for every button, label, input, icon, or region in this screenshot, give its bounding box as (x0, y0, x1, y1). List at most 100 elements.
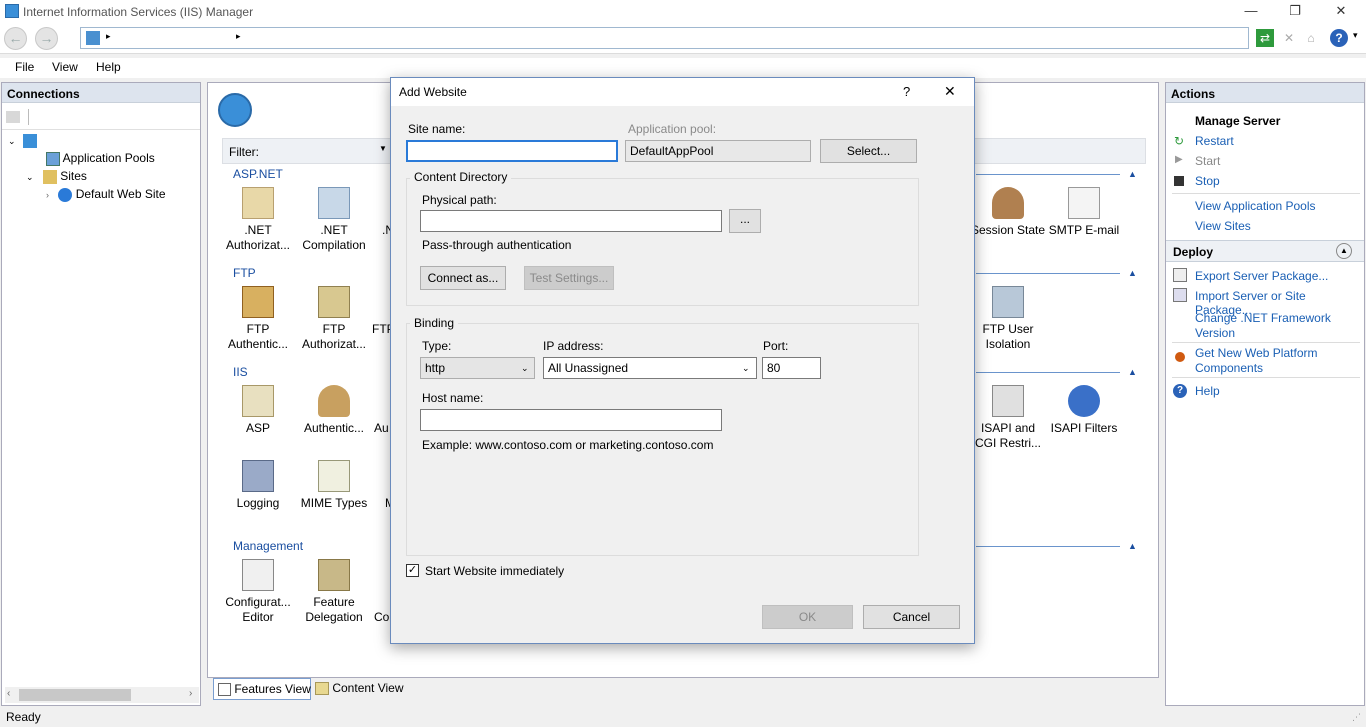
action-change-net-framework[interactable]: Change .NET Framework Version (1195, 311, 1355, 341)
tab-features-view[interactable]: Features View (213, 678, 311, 700)
toolbar-separator (28, 109, 29, 125)
connect-icon[interactable] (6, 111, 20, 123)
feature-authentication[interactable]: Authentic... (296, 385, 372, 436)
cancel-button[interactable]: Cancel (863, 605, 960, 629)
toolbar-divider (2, 129, 200, 130)
stop-icon[interactable]: ✕ (1280, 29, 1298, 47)
port-label: Port: (763, 339, 789, 353)
help-dropdown-icon[interactable]: ▾ (1353, 30, 1358, 41)
feature-asp[interactable]: ASP (220, 385, 296, 436)
feature-configuration-editor[interactable]: Configurat... Editor (220, 559, 296, 625)
feature-delegation[interactable]: Feature Delegation (296, 559, 372, 625)
group-divider (976, 174, 1120, 175)
feature-net-compilation[interactable]: .NET Compilation (296, 187, 372, 253)
tree-item-sites[interactable]: ⌄ Sites (26, 169, 87, 184)
type-select[interactable]: http ⌄ (420, 357, 535, 379)
export-package-icon (1173, 268, 1187, 282)
action-view-sites[interactable]: View Sites (1195, 219, 1251, 233)
action-export-server-package[interactable]: Export Server Package... (1195, 269, 1328, 283)
expand-icon[interactable]: ⌄ (26, 172, 34, 182)
feature-ftp-user-isolation[interactable]: FTP User Isolation (970, 286, 1046, 352)
help-icon[interactable]: ? (1330, 29, 1348, 47)
feature-logging[interactable]: Logging (220, 460, 296, 511)
physical-path-input[interactable] (420, 210, 722, 232)
filter-input[interactable] (265, 142, 395, 160)
collapse-deploy-icon[interactable]: ▲ (1336, 243, 1352, 259)
feature-session-state[interactable]: Session State (970, 187, 1046, 238)
feature-ftp-authorization[interactable]: FTP Authorizat... (296, 286, 372, 352)
manage-server-heading: Manage Server (1195, 114, 1281, 128)
actions-divider (1172, 193, 1360, 194)
connect-as-button[interactable]: Connect as... (420, 266, 506, 290)
scroll-right-icon[interactable]: › (189, 688, 192, 699)
forward-button[interactable]: → (35, 27, 58, 50)
menu-file[interactable]: File (15, 60, 34, 74)
chevron-down-icon: ⌄ (521, 363, 529, 373)
actions-divider (1172, 377, 1360, 378)
action-stop[interactable]: Stop (1195, 174, 1220, 188)
action-view-app-pools[interactable]: View Application Pools (1195, 199, 1316, 213)
scrollbar-thumb[interactable] (19, 689, 131, 701)
title-bar: Internet Information Services (IIS) Mana… (0, 0, 1366, 24)
feature-mime-types[interactable]: MIME Types (296, 460, 372, 511)
feature-partial-label: Au (374, 421, 389, 435)
address-field[interactable]: ▸ ▸ (80, 27, 1249, 49)
horizontal-scrollbar[interactable]: ‹ › (5, 687, 199, 703)
close-button[interactable]: ✕ (1318, 0, 1364, 24)
ip-address-select[interactable]: All Unassigned ⌄ (543, 357, 757, 379)
home-icon[interactable]: ⌂ (1302, 29, 1320, 47)
menu-view[interactable]: View (52, 60, 78, 74)
refresh-icon[interactable]: ⇄ (1256, 29, 1274, 47)
expand-icon[interactable]: ⌄ (8, 136, 16, 146)
feature-isapi-filters[interactable]: ISAPI Filters (1046, 385, 1122, 436)
restore-button[interactable]: ❐ (1272, 0, 1318, 24)
mime-types-icon (318, 460, 350, 492)
tree-item-default-web-site[interactable]: › Default Web Site (46, 187, 166, 202)
filter-label: Filter: (229, 145, 259, 159)
menu-bar: File View Help (0, 58, 1366, 78)
ok-button[interactable]: OK (762, 605, 853, 629)
feature-smtp-email[interactable]: SMTP E-mail (1046, 187, 1122, 238)
feature-isapi-cgi[interactable]: ISAPI and CGI Restri... (970, 385, 1046, 451)
test-settings-button[interactable]: Test Settings... (524, 266, 614, 290)
dialog-help-button[interactable]: ? (903, 84, 910, 99)
import-package-icon (1173, 288, 1187, 302)
group-iis: IIS (233, 365, 248, 379)
actions-divider (1172, 342, 1360, 343)
action-restart[interactable]: Restart (1195, 134, 1234, 148)
tree-item-application-pools[interactable]: Application Pools (46, 151, 155, 166)
ftp-authentication-icon (242, 286, 274, 318)
breadcrumb-chevron-icon[interactable]: ▸ (106, 31, 111, 42)
ftp-user-isolation-icon (992, 286, 1024, 318)
menu-help[interactable]: Help (96, 60, 121, 74)
feature-ftp-authentication[interactable]: FTP Authentic... (220, 286, 296, 352)
collapse-group-icon[interactable]: ▲ (1128, 169, 1137, 179)
collapse-group-icon[interactable]: ▲ (1128, 541, 1137, 551)
breadcrumb-chevron-icon[interactable]: ▸ (236, 31, 241, 42)
action-get-web-platform[interactable]: Get New Web Platform Components (1195, 346, 1355, 376)
filter-dropdown-icon[interactable]: ▼ (379, 144, 387, 153)
minimize-button[interactable]: — (1228, 0, 1274, 24)
scroll-left-icon[interactable]: ‹ (7, 688, 10, 699)
feature-net-authorization[interactable]: .NET Authorizat... (220, 187, 296, 253)
tab-content-view[interactable]: Content View (315, 678, 411, 700)
collapse-icon[interactable]: › (46, 190, 49, 200)
resize-grip-icon[interactable]: ⋰ (1352, 712, 1361, 723)
isapi-filters-icon (1068, 385, 1100, 417)
server-home-icon (218, 93, 252, 127)
browse-path-button[interactable]: ... (729, 209, 761, 233)
tree-server-node[interactable]: ⌄ (8, 133, 37, 148)
select-app-pool-button[interactable]: Select... (820, 139, 917, 163)
dialog-close-button[interactable]: ✕ (944, 83, 956, 100)
start-immediately-checkbox[interactable]: ✓ (406, 564, 419, 577)
collapse-group-icon[interactable]: ▲ (1128, 268, 1137, 278)
app-pool-field: DefaultAppPool (625, 140, 811, 162)
back-button[interactable]: ← (4, 27, 27, 50)
site-name-input[interactable] (406, 140, 618, 162)
collapse-group-icon[interactable]: ▲ (1128, 367, 1137, 377)
action-help[interactable]: Help (1195, 384, 1220, 398)
action-start[interactable]: Start (1195, 154, 1220, 168)
host-name-input[interactable] (420, 409, 722, 431)
deploy-header[interactable]: Deploy ▲ (1166, 240, 1364, 262)
port-input[interactable]: 80 (762, 357, 821, 379)
